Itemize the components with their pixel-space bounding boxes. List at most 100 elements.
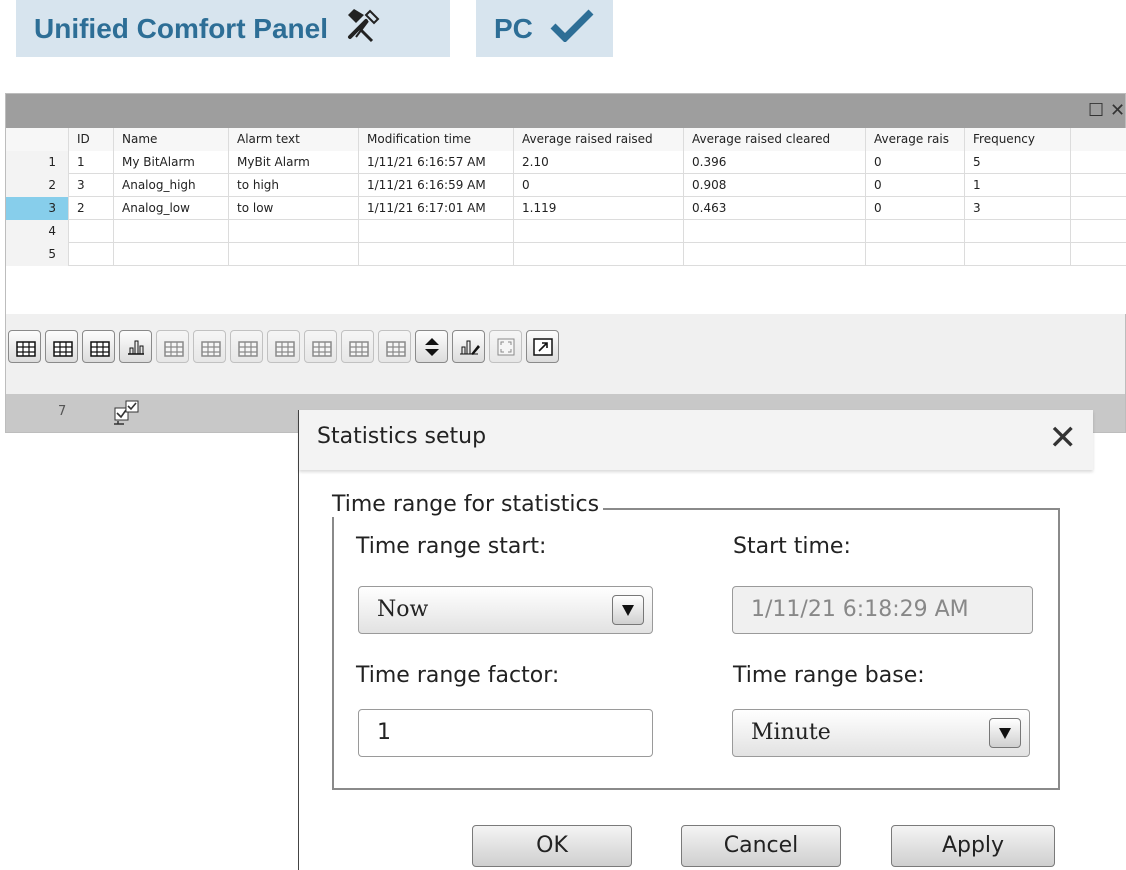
row-number[interactable]: 3 bbox=[6, 197, 69, 220]
table-cell[interactable] bbox=[514, 243, 684, 266]
column-header-avg-raised-raised[interactable]: Average raised raised bbox=[514, 128, 684, 151]
column-header-avg-raised-cleared[interactable]: Average raised cleared bbox=[684, 128, 866, 151]
time-range-factor-label: Time range factor: bbox=[356, 663, 560, 688]
table-cell[interactable]: 0 bbox=[866, 197, 965, 220]
apply-button[interactable]: Apply bbox=[891, 825, 1055, 867]
table-toolbar bbox=[6, 320, 1125, 380]
table-cell[interactable] bbox=[114, 243, 229, 266]
table-cell[interactable] bbox=[359, 220, 514, 243]
table-cell[interactable] bbox=[69, 220, 114, 243]
table-edit-check-icon bbox=[346, 336, 370, 358]
column-header-frequency[interactable]: Frequency bbox=[965, 128, 1071, 151]
table-cell[interactable]: 1/11/21 6:16:57 AM bbox=[359, 151, 514, 174]
table-cell[interactable] bbox=[684, 243, 866, 266]
fullscreen-button[interactable] bbox=[489, 330, 522, 363]
table-edit-check-button[interactable] bbox=[341, 330, 374, 363]
table-cell-empty bbox=[1071, 243, 1126, 266]
table-cell[interactable]: to high bbox=[229, 174, 359, 197]
table-first-button[interactable] bbox=[193, 330, 226, 363]
table-cell[interactable] bbox=[684, 220, 866, 243]
sort-button[interactable] bbox=[415, 330, 448, 363]
table-db-button[interactable] bbox=[45, 330, 78, 363]
table-export-button[interactable] bbox=[82, 330, 115, 363]
table-row[interactable]: 4 bbox=[6, 220, 1126, 243]
table-cell[interactable]: 0.908 bbox=[684, 174, 866, 197]
time-range-factor-input[interactable]: 1 bbox=[358, 709, 653, 757]
table-cell[interactable]: 3 bbox=[69, 174, 114, 197]
table-cell[interactable] bbox=[229, 220, 359, 243]
refresh-table-button[interactable] bbox=[8, 330, 41, 363]
table-refresh-button[interactable] bbox=[378, 330, 411, 363]
tools-icon bbox=[344, 7, 384, 50]
column-header-id[interactable]: ID bbox=[69, 128, 114, 151]
table-cell[interactable]: Analog_high bbox=[114, 174, 229, 197]
row-number[interactable]: 4 bbox=[6, 220, 69, 243]
column-header-modification-time[interactable]: Modification time bbox=[359, 128, 514, 151]
multi-select-icon[interactable] bbox=[112, 399, 142, 431]
checkmark-icon bbox=[549, 8, 595, 49]
table-cell[interactable] bbox=[514, 220, 684, 243]
column-header-name[interactable]: Name bbox=[114, 128, 229, 151]
row-number[interactable]: 2 bbox=[6, 174, 69, 197]
time-range-base-dropdown[interactable]: Minute bbox=[732, 709, 1030, 757]
table-cell[interactable]: 0 bbox=[866, 151, 965, 174]
table-cell[interactable] bbox=[114, 220, 229, 243]
table-cell[interactable]: to low bbox=[229, 197, 359, 220]
maximize-icon[interactable]: ☐ bbox=[1088, 100, 1104, 122]
row-number[interactable]: 1 bbox=[6, 151, 69, 174]
table-cell[interactable]: 1.119 bbox=[514, 197, 684, 220]
table-row[interactable]: 2 3 Analog_high to high 1/11/21 6:16:59 AM 0 0… bbox=[6, 174, 1126, 197]
table-row[interactable]: 5 bbox=[6, 243, 1126, 266]
time-range-start-dropdown[interactable]: Now bbox=[358, 586, 653, 634]
chart-edit-button[interactable] bbox=[452, 330, 485, 363]
close-icon[interactable]: ✕ bbox=[1110, 100, 1125, 122]
table-row[interactable]: 1 1 My BitAlarm MyBit Alarm 1/11/21 6:16:57 … bbox=[6, 151, 1126, 174]
table-cell[interactable]: 0 bbox=[514, 174, 684, 197]
table-cell[interactable]: 1/11/21 6:17:01 AM bbox=[359, 197, 514, 220]
table-cell[interactable] bbox=[866, 243, 965, 266]
statistics-chart-button[interactable] bbox=[119, 330, 152, 363]
table-cell[interactable]: 1/11/21 6:16:59 AM bbox=[359, 174, 514, 197]
table-cell[interactable]: 2.10 bbox=[514, 151, 684, 174]
cancel-button[interactable]: Cancel bbox=[681, 825, 841, 867]
table-cell[interactable]: 0.396 bbox=[684, 151, 866, 174]
table-down-icon bbox=[235, 336, 259, 358]
table-cell[interactable] bbox=[965, 243, 1071, 266]
window-titlebar: ☐ ✕ bbox=[6, 94, 1125, 128]
table-cell[interactable]: 2 bbox=[69, 197, 114, 220]
statistics-setup-dialog: Statistics setup ✕ Time range for statis… bbox=[298, 410, 1093, 870]
table-cell[interactable] bbox=[866, 220, 965, 243]
row-number[interactable]: 5 bbox=[6, 243, 69, 266]
table-row[interactable]: 3 2 Analog_low to low 1/11/21 6:17:01 AM 1.11… bbox=[6, 197, 1126, 220]
table-cell[interactable] bbox=[359, 243, 514, 266]
column-header-alarm-text[interactable]: Alarm text bbox=[229, 128, 359, 151]
close-icon[interactable]: ✕ bbox=[1049, 418, 1078, 458]
table-cell[interactable]: 0.463 bbox=[684, 197, 866, 220]
table-down-button[interactable] bbox=[230, 330, 263, 363]
table-cell[interactable]: My BitAlarm bbox=[114, 151, 229, 174]
table-cell[interactable]: 1 bbox=[69, 151, 114, 174]
chevron-down-icon[interactable] bbox=[989, 718, 1021, 748]
device-badge: Unified Comfort Panel bbox=[16, 0, 450, 57]
export-button[interactable] bbox=[526, 330, 559, 363]
column-header-avg-rais[interactable]: Average rais bbox=[866, 128, 965, 151]
table-cell[interactable]: Analog_low bbox=[114, 197, 229, 220]
ok-button[interactable]: OK bbox=[472, 825, 632, 867]
table-last-button[interactable] bbox=[267, 330, 300, 363]
table-cell[interactable] bbox=[69, 243, 114, 266]
table-cell[interactable]: 1 bbox=[965, 174, 1071, 197]
table-cell-empty bbox=[1071, 174, 1126, 197]
table-cell[interactable]: 3 bbox=[965, 197, 1071, 220]
table-cell[interactable]: 0 bbox=[866, 174, 965, 197]
table-cell[interactable] bbox=[965, 220, 1071, 243]
table-check-button[interactable] bbox=[304, 330, 337, 363]
time-range-start-value: Now bbox=[377, 597, 429, 622]
table-cell-empty bbox=[1071, 197, 1126, 220]
empty-header bbox=[1071, 128, 1126, 151]
table-cell[interactable]: MyBit Alarm bbox=[229, 151, 359, 174]
table-cell[interactable]: 5 bbox=[965, 151, 1071, 174]
table-up-button[interactable] bbox=[156, 330, 189, 363]
table-cell[interactable] bbox=[229, 243, 359, 266]
chevron-down-icon[interactable] bbox=[612, 595, 644, 625]
table-check-icon bbox=[309, 336, 333, 358]
